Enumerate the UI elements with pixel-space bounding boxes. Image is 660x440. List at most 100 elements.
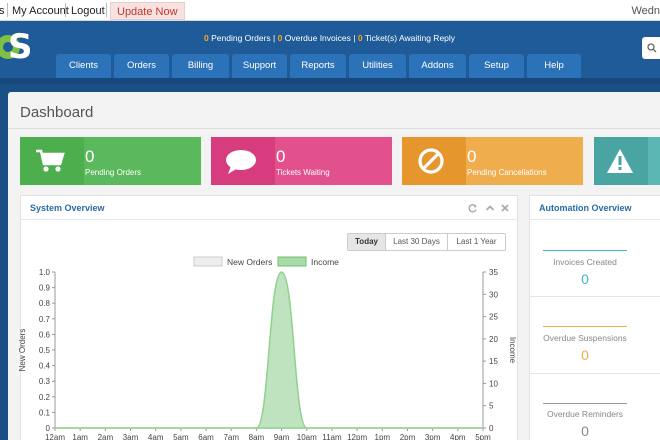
- warning-card[interactable]: [594, 137, 660, 185]
- overdue-reminders-label: Overdue Reminders: [546, 409, 624, 419]
- pending-cancellations-label: Pending Cancellations: [467, 168, 547, 177]
- nav-tab-support[interactable]: Support: [232, 54, 287, 78]
- nav-tab-orders[interactable]: Orders: [114, 54, 169, 78]
- range-button-group: Today Last 30 Days Last 1 Year: [347, 233, 506, 251]
- y-tick-label: 0.6: [39, 330, 51, 339]
- separator: |: [273, 33, 276, 43]
- y2-tick-label: 0: [489, 424, 494, 433]
- nav-tab-addons[interactable]: Addons: [409, 54, 466, 78]
- y-tick-label: 0.2: [39, 393, 51, 402]
- last-30-days-button[interactable]: Last 30 Days: [385, 234, 447, 250]
- y2-tick-label: 20: [489, 335, 498, 344]
- divider: [20, 219, 518, 220]
- my-account-link[interactable]: My Account: [12, 5, 69, 17]
- pending-orders-count: 0: [204, 33, 209, 43]
- overdue-invoices-link[interactable]: Overdue Invoices: [285, 33, 351, 43]
- x-tick-label: 6am: [198, 433, 214, 440]
- date-label: Wedn: [631, 5, 660, 17]
- header: S 0 Pending Orders | 0 Overdue Invoices …: [0, 21, 660, 78]
- tickets-waiting-label: Tickets Waiting: [276, 168, 330, 177]
- page-title: Dashboard: [20, 104, 94, 121]
- x-tick-label: 2pm: [400, 433, 416, 440]
- today-button[interactable]: Today: [348, 234, 385, 250]
- x-tick-label: 1pm: [375, 433, 391, 440]
- nav-tab-reports[interactable]: Reports: [290, 54, 346, 78]
- y-tick-label: 0.9: [39, 284, 51, 293]
- y-tick-label: 1.0: [39, 268, 51, 277]
- nav-tab-help[interactable]: Help: [527, 54, 581, 78]
- x-tick-label: 7am: [223, 433, 239, 440]
- logo-text[interactable]: S: [8, 27, 33, 67]
- y-tick-label: 0.5: [39, 346, 51, 355]
- overdue-suspensions-value: 0: [581, 347, 589, 363]
- x-tick-label: 4am: [148, 433, 164, 440]
- automation-overview-title: Automation Overview: [539, 203, 632, 213]
- divider: [65, 3, 66, 17]
- nav-underline: [0, 78, 660, 84]
- close-icon[interactable]: [500, 203, 510, 213]
- divider: [7, 3, 8, 17]
- last-1-year-button[interactable]: Last 1 Year: [447, 234, 505, 250]
- y-axis-label: New Orders: [18, 329, 27, 372]
- search-icon: [647, 43, 657, 53]
- legend-label-new-orders: New Orders: [227, 257, 272, 267]
- legend-swatch-income: [277, 256, 307, 267]
- x-tick-label: 10am: [297, 433, 317, 440]
- x-tick-label: 12pm: [347, 433, 367, 440]
- legend-swatch-new-orders: [193, 256, 223, 267]
- y2-tick-label: 15: [489, 357, 498, 366]
- overdue-reminders-value: 0: [581, 423, 589, 439]
- x-tick-label: 2am: [98, 433, 114, 440]
- top-link-partial[interactable]: s: [0, 5, 5, 17]
- divider: [529, 373, 660, 374]
- overdue-reminders-bar: [543, 403, 627, 404]
- y2-tick-label: 30: [489, 290, 498, 299]
- invoices-created-value: 0: [581, 271, 589, 287]
- system-overview-title: System Overview: [30, 203, 105, 213]
- nav-tab-utilities[interactable]: Utilities: [349, 54, 406, 78]
- search-input[interactable]: [642, 37, 660, 59]
- cart-icon-bg: [20, 137, 84, 185]
- overdue-invoices-count: 0: [277, 33, 283, 43]
- logout-link[interactable]: Logout: [71, 5, 105, 17]
- chevron-up-icon[interactable]: [485, 203, 495, 213]
- nav-tab-setup[interactable]: Setup: [469, 54, 524, 78]
- x-tick-label: 3am: [123, 433, 139, 440]
- x-tick-label: 5pm: [475, 433, 491, 440]
- tickets-awaiting-link[interactable]: Ticket(s) Awaiting Reply: [365, 33, 455, 43]
- ban-icon: [418, 148, 444, 174]
- y-tick-label: 0.3: [39, 377, 51, 386]
- x-tick-label: 9am: [274, 433, 290, 440]
- separator: |: [353, 33, 356, 43]
- pending-orders-label: Pending Orders: [85, 168, 142, 177]
- pending-orders-link[interactable]: Pending Orders: [211, 33, 271, 43]
- pending-orders-card[interactable]: 0 Pending Orders: [20, 137, 201, 185]
- nav-tab-billing[interactable]: Billing: [172, 54, 229, 78]
- series-income-area: [55, 271, 483, 429]
- x-tick-label: 4pm: [450, 433, 466, 440]
- tickets-waiting-value: 0: [276, 147, 286, 166]
- chat-icon-bg: [211, 137, 275, 185]
- overdue-reminders-stat: Overdue Reminders 0: [525, 409, 645, 439]
- update-now-button[interactable]: Update Now: [110, 2, 185, 20]
- y2-tick-label: 5: [489, 402, 494, 411]
- warning-icon: [607, 149, 633, 173]
- ban-icon-bg: [402, 137, 466, 185]
- pending-orders-value: 0: [85, 147, 95, 166]
- divider: [529, 219, 660, 220]
- y2-tick-label: 10: [489, 379, 498, 388]
- y-tick-label: 0.7: [39, 315, 51, 324]
- invoices-created-label: Invoices Created: [553, 257, 617, 267]
- refresh-icon[interactable]: [468, 203, 478, 213]
- x-tick-label: 12am: [45, 433, 65, 440]
- system-overview-chart: 1.0 0.9 0.8 0.7 0.6 0.5 0.4 0.3 0.2 0.1 0 35 30 25 20 1…: [18, 256, 517, 440]
- y-tick-label: 0.1: [39, 408, 51, 417]
- nav-tab-clients[interactable]: Clients: [56, 54, 111, 78]
- invoices-created-stat: Invoices Created 0: [525, 257, 645, 287]
- x-tick-label: 5am: [173, 433, 189, 440]
- x-tick-label: 1am: [72, 433, 88, 440]
- y2-axis-label: Income: [508, 337, 517, 364]
- tickets-waiting-card[interactable]: 0 Tickets Waiting: [211, 137, 392, 185]
- pending-cancellations-card[interactable]: 0 Pending Cancellations: [402, 137, 583, 185]
- legend-label-income: Income: [311, 257, 339, 267]
